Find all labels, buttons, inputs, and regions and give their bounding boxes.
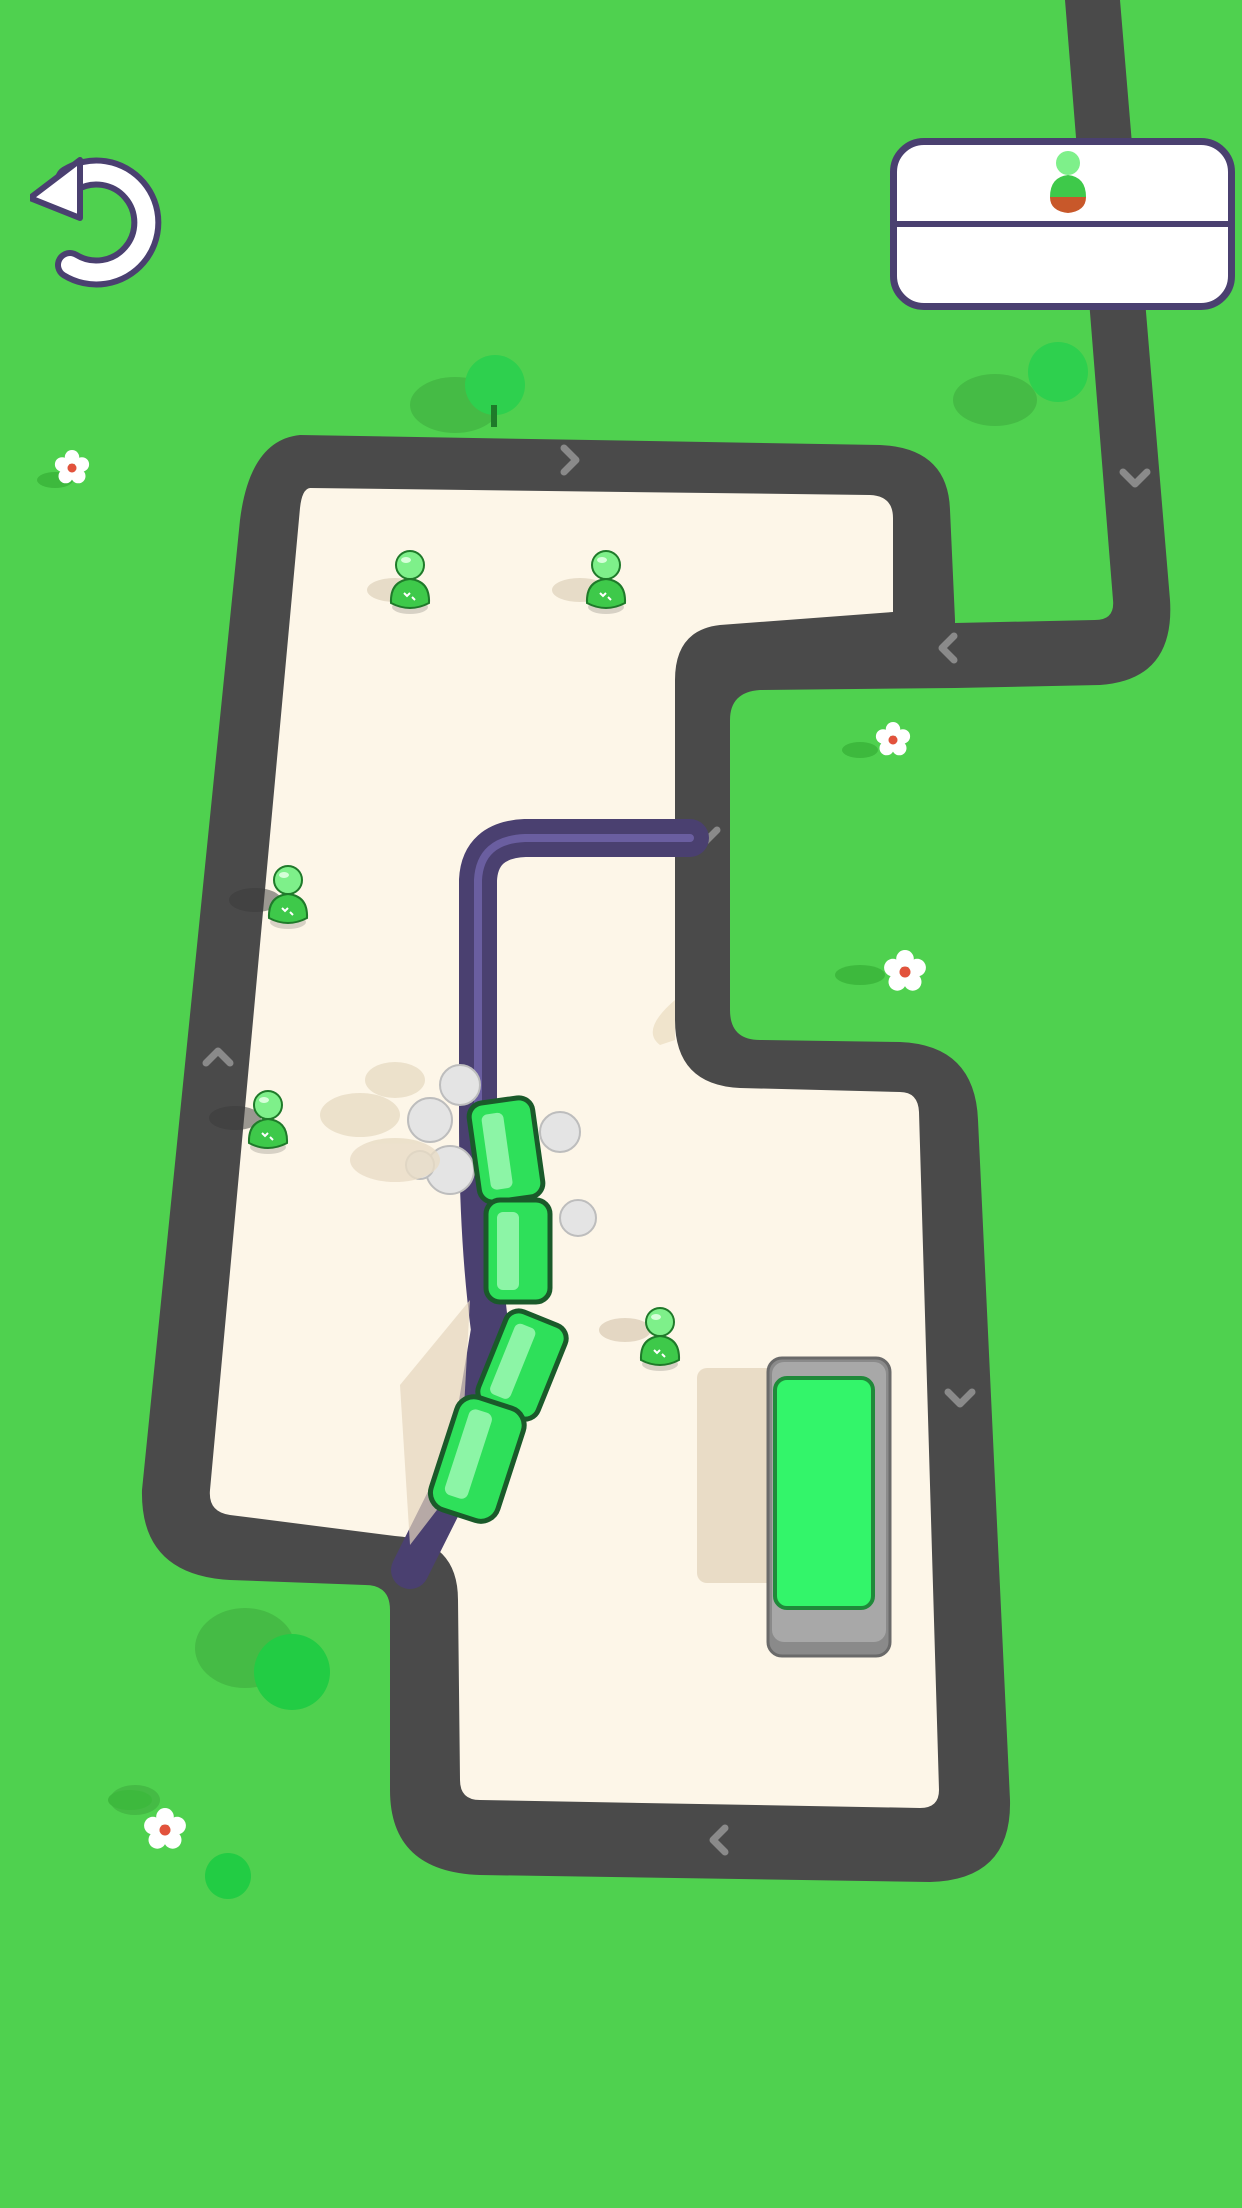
passenger-queue-panel xyxy=(890,138,1235,310)
flower xyxy=(875,722,911,756)
passenger-slot-1 xyxy=(897,145,1228,221)
undo-arrow-icon xyxy=(27,157,162,288)
flower xyxy=(144,1808,186,1849)
undo-button[interactable] xyxy=(27,150,165,290)
train-car-1[interactable] xyxy=(466,1095,546,1205)
train-car-2[interactable] xyxy=(483,1197,553,1305)
flower xyxy=(884,950,926,991)
flower xyxy=(54,450,90,484)
green-passenger-icon xyxy=(1050,151,1086,213)
game-scene[interactable] xyxy=(0,0,1242,2208)
passenger-slot-2 xyxy=(897,227,1228,303)
